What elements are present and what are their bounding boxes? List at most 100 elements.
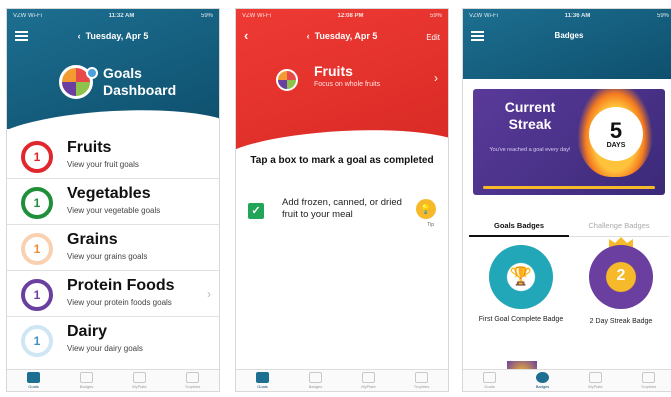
tab-badges[interactable]: Badges xyxy=(304,372,328,389)
badge-first-goal[interactable]: 🏆 First Goal Complete Badge xyxy=(479,245,563,325)
goal-item: ✓ Add frozen, canned, or dried fruit to … xyxy=(246,195,438,237)
tip-label: Tip xyxy=(427,222,434,228)
phone-fruits-goals: VZW Wi-Fi 12:08 PM 59% ‹ ‹ Tuesday, Apr … xyxy=(235,8,449,392)
title-line-1: Goals xyxy=(103,65,142,81)
plate-cup-icon xyxy=(86,67,98,79)
carrier-label: VZW Wi-Fi xyxy=(13,13,42,19)
streak-subtitle: You've reached a goal every day! xyxy=(489,147,571,153)
food-group-title: Fruits xyxy=(314,63,353,79)
goal-subtitle: View your protein foods goals xyxy=(67,298,172,307)
trophy-tab-icon xyxy=(186,372,199,383)
tab-bar: Goals Badges MyPlate Trophies xyxy=(236,369,448,391)
carrier-label: VZW Wi-Fi xyxy=(469,13,498,19)
instruction-text: Tap a box to mark a goal as completed xyxy=(250,155,434,166)
goal-count-badge: 1 xyxy=(21,187,53,219)
chevron-left-icon[interactable]: ‹ xyxy=(307,31,315,41)
status-bar: VZW Wi-Fi 11:36 AM 59% xyxy=(463,9,671,23)
date-nav[interactable]: ‹ Tuesday, Apr 5 xyxy=(7,27,219,45)
tab-label: Badges xyxy=(535,384,550,389)
goal-row-vegetables[interactable]: 1 Vegetables View your vegetable goals xyxy=(7,179,219,225)
badge-label: First Goal Complete Badge xyxy=(478,316,564,323)
goal-name: Protein Foods xyxy=(67,277,175,294)
tab-challenge-badges[interactable]: Challenge Badges xyxy=(569,219,669,237)
tab-badges[interactable]: Badges xyxy=(531,372,555,389)
tab-goals[interactable]: Goals xyxy=(478,372,502,389)
goals-tab-icon xyxy=(27,372,40,383)
goal-row-protein-foods[interactable]: 1 Protein Foods View your protein foods … xyxy=(7,271,219,317)
clock-label: 11:32 AM xyxy=(108,13,135,19)
goals-tab-icon xyxy=(256,372,269,383)
goal-subtitle: View your dairy goals xyxy=(67,344,143,353)
streak-progress-bar xyxy=(483,186,655,189)
badges-tab-icon xyxy=(536,372,549,383)
goal-checkbox[interactable]: ✓ xyxy=(248,203,264,219)
tab-goals[interactable]: Goals xyxy=(22,372,46,389)
streak-count: 5 xyxy=(609,117,623,143)
goal-subtitle: View your vegetable goals xyxy=(67,206,161,215)
tab-myplate[interactable]: MyPlate xyxy=(357,372,381,389)
tab-label: Goals xyxy=(257,384,268,389)
tab-label: Trophies xyxy=(184,384,201,389)
streak-unit: DAYS xyxy=(606,141,626,149)
goal-list: 1 Fruits View your fruit goals 1 Vegetab… xyxy=(7,133,219,363)
food-group-subtitle: Focus on whole fruits xyxy=(314,81,381,88)
chevron-left-icon[interactable]: ‹ xyxy=(78,31,86,41)
myplate-tab-icon xyxy=(362,372,375,383)
phone-badges: VZW Wi-Fi 11:36 AM 59% Badges Current St… xyxy=(462,8,671,392)
date-label: Tuesday, Apr 5 xyxy=(314,31,378,41)
goal-text: Add frozen, canned, or dried fruit to yo… xyxy=(282,197,402,220)
page-title: Badges xyxy=(554,31,584,40)
goal-count-badge: 1 xyxy=(21,141,53,173)
goal-row-dairy[interactable]: 1 Dairy View your dairy goals xyxy=(7,317,219,363)
tab-trophies[interactable]: Trophies xyxy=(637,372,661,389)
chevron-right-icon[interactable]: › xyxy=(434,71,438,85)
tab-trophies[interactable]: Trophies xyxy=(410,372,434,389)
tab-goals-badges[interactable]: Goals Badges xyxy=(469,219,569,237)
goal-subtitle: View your grains goals xyxy=(67,252,148,261)
badge-tabs: Goals Badges Challenge Badges xyxy=(469,219,669,237)
goal-row-fruits[interactable]: 1 Fruits View your fruit goals xyxy=(7,133,219,179)
trophy-icon: 🏆 xyxy=(509,266,533,286)
phone-goals-dashboard: VZW Wi-Fi 11:32 AM 59% ‹ Tuesday, Apr 5 … xyxy=(6,8,220,392)
tab-label: Goals xyxy=(484,384,495,389)
tab-label: Badges xyxy=(308,384,323,389)
edit-button[interactable]: Edit xyxy=(426,33,440,42)
goal-name: Vegetables xyxy=(67,185,151,202)
tab-label: MyPlate xyxy=(132,384,147,389)
tab-label: MyPlate xyxy=(361,384,376,389)
title-line-2: Dashboard xyxy=(103,82,177,98)
badge-2-day-streak[interactable]: 2 2 Day Streak Badge xyxy=(581,237,661,325)
tab-myplate[interactable]: MyPlate xyxy=(584,372,608,389)
page-title: Goals Dashboard xyxy=(103,65,176,99)
battery-label: 59% xyxy=(656,13,669,19)
date-nav[interactable]: ‹ Tuesday, Apr 5 xyxy=(236,27,448,45)
tab-bar: Goals Badges MyPlate Trophies xyxy=(463,369,671,391)
tab-trophies[interactable]: Trophies xyxy=(181,372,205,389)
tab-bar: Goals Badges MyPlate Trophies xyxy=(7,369,219,391)
fruit-plate-icon xyxy=(276,69,298,91)
lightbulb-icon[interactable]: 💡 xyxy=(416,199,436,219)
badge-number: 2 xyxy=(616,267,626,284)
goal-row-grains[interactable]: 1 Grains View your grains goals xyxy=(7,225,219,271)
battery-label: 59% xyxy=(429,13,442,19)
carrier-label: VZW Wi-Fi xyxy=(242,13,271,19)
clock-label: 12:08 PM xyxy=(337,13,364,19)
myplate-tab-icon xyxy=(589,372,602,383)
battery-label: 59% xyxy=(200,13,213,19)
tab-myplate[interactable]: MyPlate xyxy=(128,372,152,389)
current-streak-card: Current Streak You've reached a goal eve… xyxy=(473,89,665,195)
badge-label: 2 Day Streak Badge xyxy=(589,318,653,325)
badges-tab-icon xyxy=(309,372,322,383)
goal-count-badge: 1 xyxy=(21,325,53,357)
goal-name: Fruits xyxy=(67,139,112,156)
myplate-tab-icon xyxy=(133,372,146,383)
streak-counter: 5 DAYS xyxy=(589,107,643,161)
goal-subtitle: View your fruit goals xyxy=(67,160,139,169)
tab-badges[interactable]: Badges xyxy=(75,372,99,389)
tab-goals[interactable]: Goals xyxy=(251,372,275,389)
status-bar: VZW Wi-Fi 12:08 PM 59% xyxy=(236,9,448,23)
tab-label: Trophies xyxy=(640,384,657,389)
clock-label: 11:36 AM xyxy=(564,13,591,19)
trophy-tab-icon xyxy=(642,372,655,383)
tab-label: Badges xyxy=(79,384,94,389)
